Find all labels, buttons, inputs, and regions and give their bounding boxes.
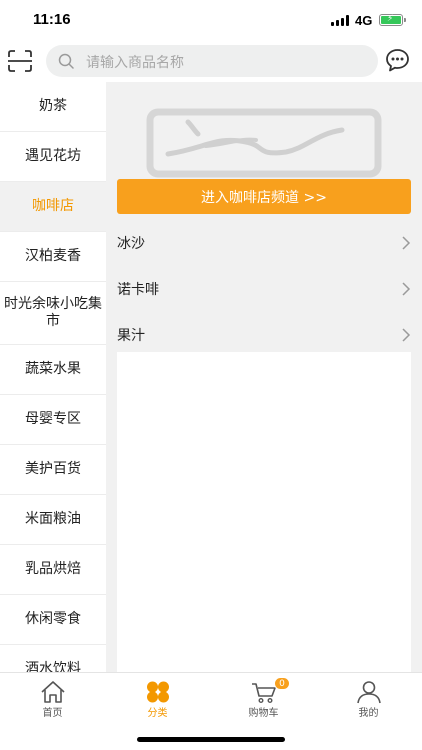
subcategory-item-nuokafei[interactable]: 诺卡啡 (117, 269, 411, 309)
signal-icon (331, 15, 349, 26)
chat-bubble-icon[interactable] (385, 48, 410, 73)
tab-home[interactable]: 首页 (0, 673, 105, 721)
sidebar-item-hanbai-maixiang[interactable]: 汉柏麦香 (0, 232, 106, 282)
sidebar-item-rice-oil[interactable]: 米面粮油 (0, 495, 106, 545)
sidebar-item-label: 汉柏麦香 (25, 248, 81, 264)
battery-icon: ⚡ (379, 14, 406, 26)
sidebar-item-vegetables-fruits[interactable]: 蔬菜水果 (0, 345, 106, 395)
user-icon (356, 680, 382, 704)
tab-cart[interactable]: 0 购物车 (211, 673, 316, 721)
sidebar-item-milk-tea[interactable]: 奶茶 (0, 82, 106, 132)
image-placeholder-icon (146, 108, 382, 178)
tab-category[interactable]: 分类 (105, 673, 210, 721)
sidebar-item-mother-baby[interactable]: 母婴专区 (0, 395, 106, 445)
enter-channel-button[interactable]: 进入咖啡店频道 >> (117, 179, 411, 214)
chevron-right-icon (401, 328, 411, 342)
sidebar-item-label: 米面粮油 (25, 511, 81, 527)
sidebar-item-label: 奶茶 (39, 98, 67, 114)
sidebar-item-dairy-bakery[interactable]: 乳品烘焙 (0, 545, 106, 595)
sidebar-item-label: 乳品烘焙 (25, 561, 81, 577)
tab-label: 购物车 (248, 708, 279, 719)
sidebar-item-label: 母婴专区 (25, 411, 81, 427)
sidebar-item-beauty-goods[interactable]: 美护百货 (0, 445, 106, 495)
tab-profile[interactable]: 我的 (316, 673, 421, 721)
sidebar-item-coffee-shop[interactable]: 咖啡店 (0, 182, 106, 232)
tab-label: 我的 (358, 708, 379, 719)
tab-bar: 首页 分类 0 购物车 我的 (0, 672, 422, 750)
sidebar-item-label: 休闲零食 (25, 611, 81, 627)
home-indicator (137, 737, 285, 742)
tab-label: 分类 (147, 708, 168, 719)
subcategory-item-smoothie[interactable]: 冰沙 (117, 223, 411, 263)
search-placeholder: 请输入商品名称 (86, 55, 184, 71)
search-header: 请输入商品名称 (0, 40, 422, 82)
sidebar-item-drinks[interactable]: 酒水饮料 (0, 645, 106, 672)
search-input[interactable]: 请输入商品名称 (46, 45, 378, 77)
category-content: 进入咖啡店频道 >> 冰沙 诺卡啡 果汁 (106, 82, 422, 672)
sidebar-item-snacks[interactable]: 休闲零食 (0, 595, 106, 645)
tab-label: 首页 (42, 708, 63, 719)
sidebar-item-label: 时光余味小吃集市 (4, 296, 102, 329)
subcategory-label: 果汁 (117, 328, 145, 344)
status-bar: 11:16 4G ⚡ (0, 0, 422, 40)
product-panel (117, 352, 411, 672)
scan-icon[interactable] (8, 50, 32, 72)
sidebar-item-label: 酒水饮料 (25, 661, 81, 672)
category-sidebar: 奶茶 遇见花坊 咖啡店 汉柏麦香 时光余味小吃集市 蔬菜水果 母婴专区 美护百货… (0, 82, 106, 672)
sidebar-item-label: 美护百货 (25, 461, 81, 477)
chevron-right-icon (401, 282, 411, 296)
sidebar-item-label: 蔬菜水果 (25, 361, 81, 377)
cart-count-badge: 0 (274, 677, 290, 690)
subcategory-item-juice[interactable]: 果汁 (117, 315, 411, 355)
sidebar-item-snack-market[interactable]: 时光余味小吃集市 (0, 282, 106, 345)
sidebar-item-flower-shop[interactable]: 遇见花坊 (0, 132, 106, 182)
sidebar-item-label: 咖啡店 (32, 198, 74, 214)
home-icon (40, 680, 66, 704)
subcategory-label: 冰沙 (117, 236, 145, 252)
network-label: 4G (355, 13, 373, 28)
chevron-right-icon (401, 236, 411, 250)
status-time: 11:16 (33, 11, 71, 28)
sidebar-item-label: 遇见花坊 (25, 148, 81, 164)
search-icon (58, 53, 74, 69)
subcategory-label: 诺卡啡 (117, 282, 159, 298)
category-icon (145, 680, 171, 704)
